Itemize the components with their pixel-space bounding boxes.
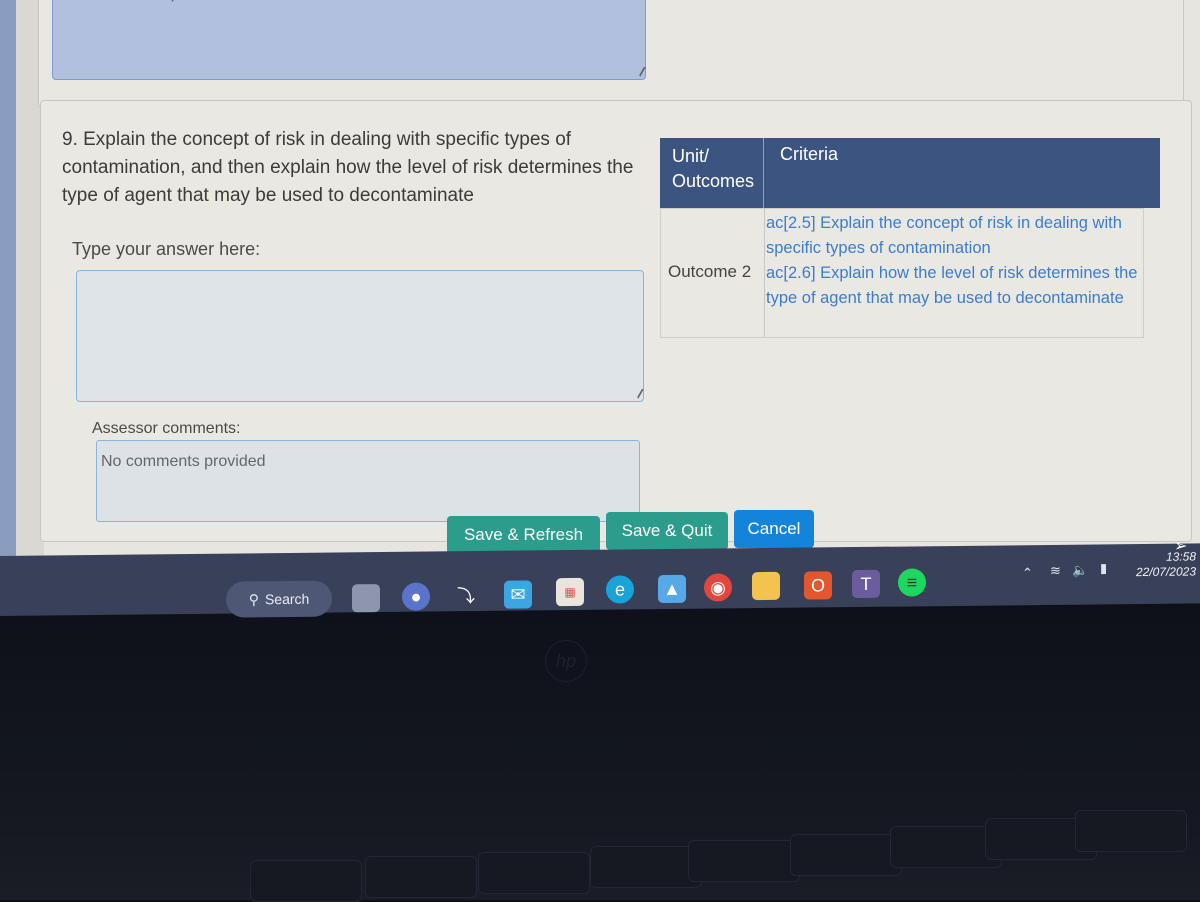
search-label: Search bbox=[264, 590, 310, 608]
taskbar: ⚲ Search ● ⤵ ✉ ▦ e ▲ ◉ O T ≡ ⌃ ≋ 🔈 ▮ 13:… bbox=[0, 543, 1200, 618]
previous-assessor-comment-text: No comments provided bbox=[61, 0, 236, 3]
criteria-table-header: Unit/ Outcomes Criteria bbox=[660, 138, 1160, 208]
assessor-comments-text: No comments provided bbox=[101, 453, 266, 470]
teams-icon[interactable]: T bbox=[852, 569, 880, 599]
header-unit-outcomes: Unit/ Outcomes bbox=[672, 146, 755, 191]
battery-icon[interactable]: ▮ bbox=[1100, 560, 1107, 576]
previous-assessor-comments-box[interactable]: No comments provided bbox=[52, 0, 646, 80]
spotify-icon[interactable]: ≡ bbox=[898, 568, 926, 597]
edge-icon[interactable]: e bbox=[606, 575, 634, 604]
save-refresh-button[interactable]: Save & Refresh bbox=[447, 516, 600, 554]
answer-label: Type your answer here: bbox=[72, 239, 261, 259]
criteria-cell: ac[2.5] Explain the concept of risk in d… bbox=[766, 211, 1146, 311]
keyboard-key bbox=[365, 856, 477, 898]
question-title: 9. Explain the concept of risk in dealin… bbox=[62, 129, 634, 206]
window-left-edge bbox=[0, 0, 16, 580]
screen: No comments provided 9. Explain the conc… bbox=[0, 0, 1200, 580]
store-icon[interactable]: ▦ bbox=[556, 577, 584, 607]
answer-textarea[interactable] bbox=[76, 270, 644, 402]
assessor-comments-box[interactable]: No comments provided bbox=[96, 440, 640, 522]
hp-logo: hp bbox=[545, 640, 587, 682]
keyboard-key bbox=[590, 846, 702, 888]
assessor-comments-label: Assessor comments: bbox=[92, 420, 241, 437]
task-view-icon[interactable] bbox=[352, 584, 380, 613]
cancel-button[interactable]: Cancel bbox=[734, 510, 814, 548]
keyboard-key bbox=[478, 852, 590, 894]
search-icon: ⚲ bbox=[248, 590, 259, 607]
mail-icon[interactable]: ✉ bbox=[504, 580, 532, 609]
mouse-cursor-icon: ➢ bbox=[1174, 538, 1188, 555]
column-divider bbox=[764, 209, 765, 337]
save-quit-button[interactable]: Save & Quit bbox=[606, 512, 728, 550]
clock-date: 22/07/2023 bbox=[1135, 564, 1196, 580]
header-criteria: Criteria bbox=[780, 144, 839, 164]
resize-handle-icon[interactable] bbox=[630, 67, 646, 77]
lightning-icon[interactable]: ⤵ bbox=[452, 581, 480, 609]
column-divider bbox=[763, 138, 764, 208]
keyboard-key bbox=[1075, 810, 1187, 852]
outcome-cell: Outcome 2 bbox=[668, 262, 752, 281]
windows-start-icon[interactable] bbox=[168, 590, 196, 618]
volume-icon[interactable]: 🔈 bbox=[1072, 563, 1088, 579]
office-icon[interactable]: O bbox=[804, 571, 832, 600]
resize-handle-icon[interactable] bbox=[628, 389, 644, 399]
keyboard-key bbox=[250, 860, 362, 902]
criteria-item: ac[2.6] Explain how the level of risk de… bbox=[766, 264, 1138, 307]
video-chat-icon[interactable]: ● bbox=[402, 582, 430, 611]
keyboard-key bbox=[790, 834, 902, 876]
criteria-item: ac[2.5] Explain the concept of risk in d… bbox=[766, 214, 1122, 257]
show-hidden-icons-icon[interactable]: ⌃ bbox=[1022, 565, 1033, 581]
keyboard-key bbox=[688, 840, 800, 882]
chrome-icon[interactable]: ◉ bbox=[704, 573, 732, 602]
wifi-icon[interactable]: ≋ bbox=[1050, 563, 1061, 579]
folder-icon[interactable] bbox=[752, 571, 780, 601]
taskbar-search-button[interactable]: ⚲ Search bbox=[226, 580, 332, 618]
photos-icon[interactable]: ▲ bbox=[658, 574, 686, 604]
